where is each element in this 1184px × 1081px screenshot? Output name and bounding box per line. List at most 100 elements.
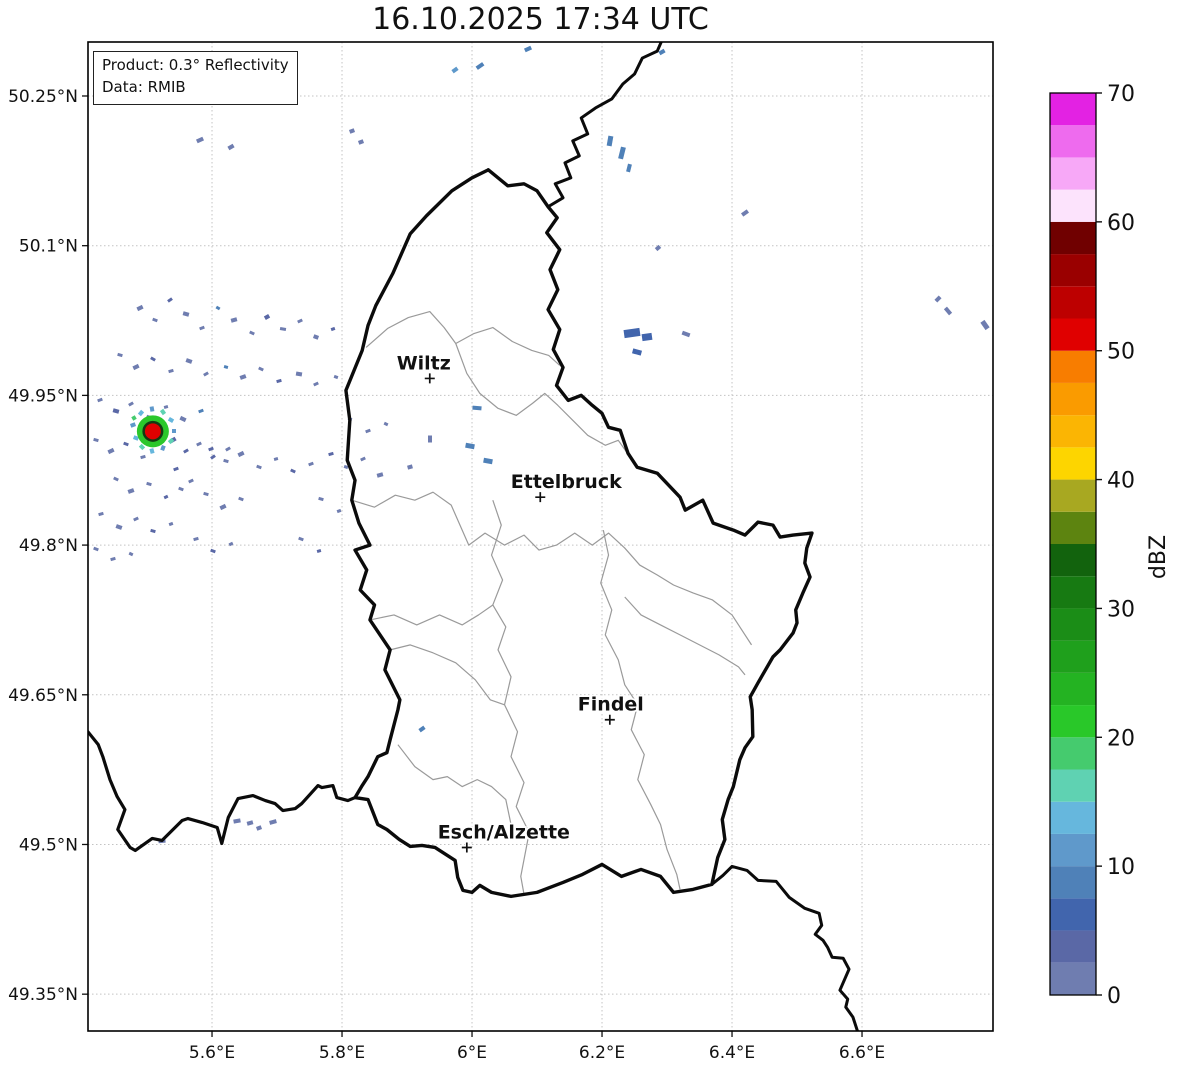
colorbar-segment bbox=[1050, 350, 1096, 383]
colorbar-segment bbox=[1050, 286, 1096, 319]
radar-echo bbox=[606, 135, 614, 147]
radar-echo bbox=[740, 209, 750, 217]
radar-echo bbox=[465, 442, 475, 450]
radar-echo bbox=[233, 818, 241, 824]
colorbar-segment bbox=[1050, 415, 1096, 448]
colorbar-segment bbox=[1050, 479, 1096, 512]
x-tick-label: 6°E bbox=[457, 1043, 487, 1063]
radar-echo bbox=[523, 45, 533, 53]
radar-echo bbox=[149, 406, 155, 412]
radar-echo bbox=[172, 429, 176, 433]
radar-echo bbox=[150, 528, 156, 534]
radar-echo bbox=[428, 435, 432, 443]
radar-echo bbox=[618, 146, 626, 160]
radar-echo bbox=[131, 415, 137, 421]
district-border bbox=[351, 491, 753, 646]
colorbar-segment bbox=[1050, 640, 1096, 673]
x-tick-label: 6.4°E bbox=[709, 1043, 755, 1063]
radar-echo bbox=[127, 488, 135, 494]
radar-echo bbox=[183, 448, 189, 454]
radar-site-echo bbox=[144, 423, 161, 440]
radar-echo bbox=[239, 374, 247, 380]
radar-echo bbox=[418, 725, 426, 733]
y-tick-label: 49.35°N bbox=[8, 985, 78, 1005]
colorbar-segment bbox=[1050, 254, 1096, 287]
colorbar-segment bbox=[1050, 769, 1096, 802]
city-marker bbox=[604, 714, 615, 725]
district-border bbox=[369, 604, 494, 626]
radar-echo bbox=[159, 408, 167, 416]
radar-echo bbox=[185, 358, 193, 364]
y-tick-label: 49.5°N bbox=[19, 835, 78, 855]
radar-echo bbox=[269, 819, 277, 825]
radar-echo bbox=[360, 456, 366, 462]
luxembourg-border bbox=[344, 168, 814, 899]
radar-echo bbox=[93, 437, 99, 443]
radar-echo bbox=[132, 363, 140, 371]
radar-echo bbox=[238, 496, 244, 502]
radar-echo bbox=[276, 378, 282, 384]
colorbar-segment bbox=[1050, 157, 1096, 190]
radar-echo bbox=[150, 356, 156, 362]
radar-echo bbox=[168, 368, 174, 374]
radar-echo bbox=[193, 536, 199, 542]
colorbar-tick-label: 60 bbox=[1107, 211, 1135, 236]
radar-echo bbox=[290, 468, 296, 474]
map-canvas: WiltzEttelbruckFindelEsch/Alzette 5.6°E 5… bbox=[8, 41, 1171, 1063]
colorbar-segment bbox=[1050, 737, 1096, 770]
radar-echo bbox=[279, 327, 287, 331]
radar-echo bbox=[328, 451, 334, 457]
radar-echo bbox=[107, 447, 115, 455]
radar-echo bbox=[298, 536, 304, 542]
radar-echo bbox=[208, 446, 214, 452]
radar-echo bbox=[223, 365, 229, 369]
radar-echo bbox=[333, 374, 339, 380]
radar-echo bbox=[198, 408, 204, 414]
colorbar-segment bbox=[1050, 447, 1096, 480]
colorbar-tick-label: 30 bbox=[1107, 597, 1135, 622]
colorbar-segment bbox=[1050, 511, 1096, 544]
radar-echo bbox=[225, 446, 231, 452]
radar-echo bbox=[475, 62, 485, 70]
colorbar-segment bbox=[1050, 576, 1096, 609]
radar-echo bbox=[199, 325, 205, 331]
radar-echo bbox=[98, 511, 104, 517]
radar-echo bbox=[316, 549, 322, 553]
city-label: Esch/Alzette bbox=[438, 821, 570, 843]
radar-echo bbox=[383, 421, 389, 427]
radar-echo bbox=[123, 441, 129, 447]
radar-echo bbox=[273, 457, 279, 461]
radar-echo bbox=[934, 295, 942, 303]
radar-echo bbox=[188, 478, 194, 484]
y-tick-label: 50.1°N bbox=[19, 237, 78, 257]
radar-echo bbox=[93, 546, 99, 552]
colorbar-segment bbox=[1050, 962, 1096, 995]
data-source-line: Data: RMIB bbox=[102, 77, 186, 96]
city-marker bbox=[535, 492, 546, 503]
radar-echo bbox=[365, 428, 371, 434]
radar-echo bbox=[348, 128, 356, 134]
radar-echo bbox=[483, 457, 493, 465]
radar-echo bbox=[626, 163, 632, 173]
radar-echo bbox=[632, 348, 642, 356]
radar-echo bbox=[113, 476, 119, 482]
belgium-germany-border bbox=[546, 42, 663, 209]
radar-echo bbox=[451, 66, 459, 74]
product-line: Product: 0.3° Reflectivity bbox=[102, 56, 289, 74]
colorbar-tick-label: 20 bbox=[1107, 726, 1135, 751]
radar-echo bbox=[297, 318, 303, 324]
colorbar-segment bbox=[1050, 898, 1096, 931]
radar-echo bbox=[195, 136, 205, 144]
y-tick-label: 50.25°N bbox=[8, 87, 78, 107]
radar-echo bbox=[623, 327, 641, 339]
colorbar-segment bbox=[1050, 866, 1096, 899]
axes: 5.6°E 5.8°E 6°E 6.2°E 6.4°E 6.6°E 50.25°N 50.1°… bbox=[8, 41, 994, 1063]
colorbar-segment bbox=[1050, 672, 1096, 706]
x-tick-label: 6.2°E bbox=[579, 1043, 625, 1063]
colorbar-segment bbox=[1050, 125, 1096, 158]
colorbar-segment bbox=[1050, 382, 1096, 416]
radar-map-page: 16.10.2025 17:34 UTC Wiltz Ettelbruck Find… bbox=[0, 0, 1184, 1081]
radar-echo bbox=[110, 556, 116, 562]
radar-echo bbox=[980, 319, 990, 331]
colorbar-segment bbox=[1050, 705, 1096, 738]
